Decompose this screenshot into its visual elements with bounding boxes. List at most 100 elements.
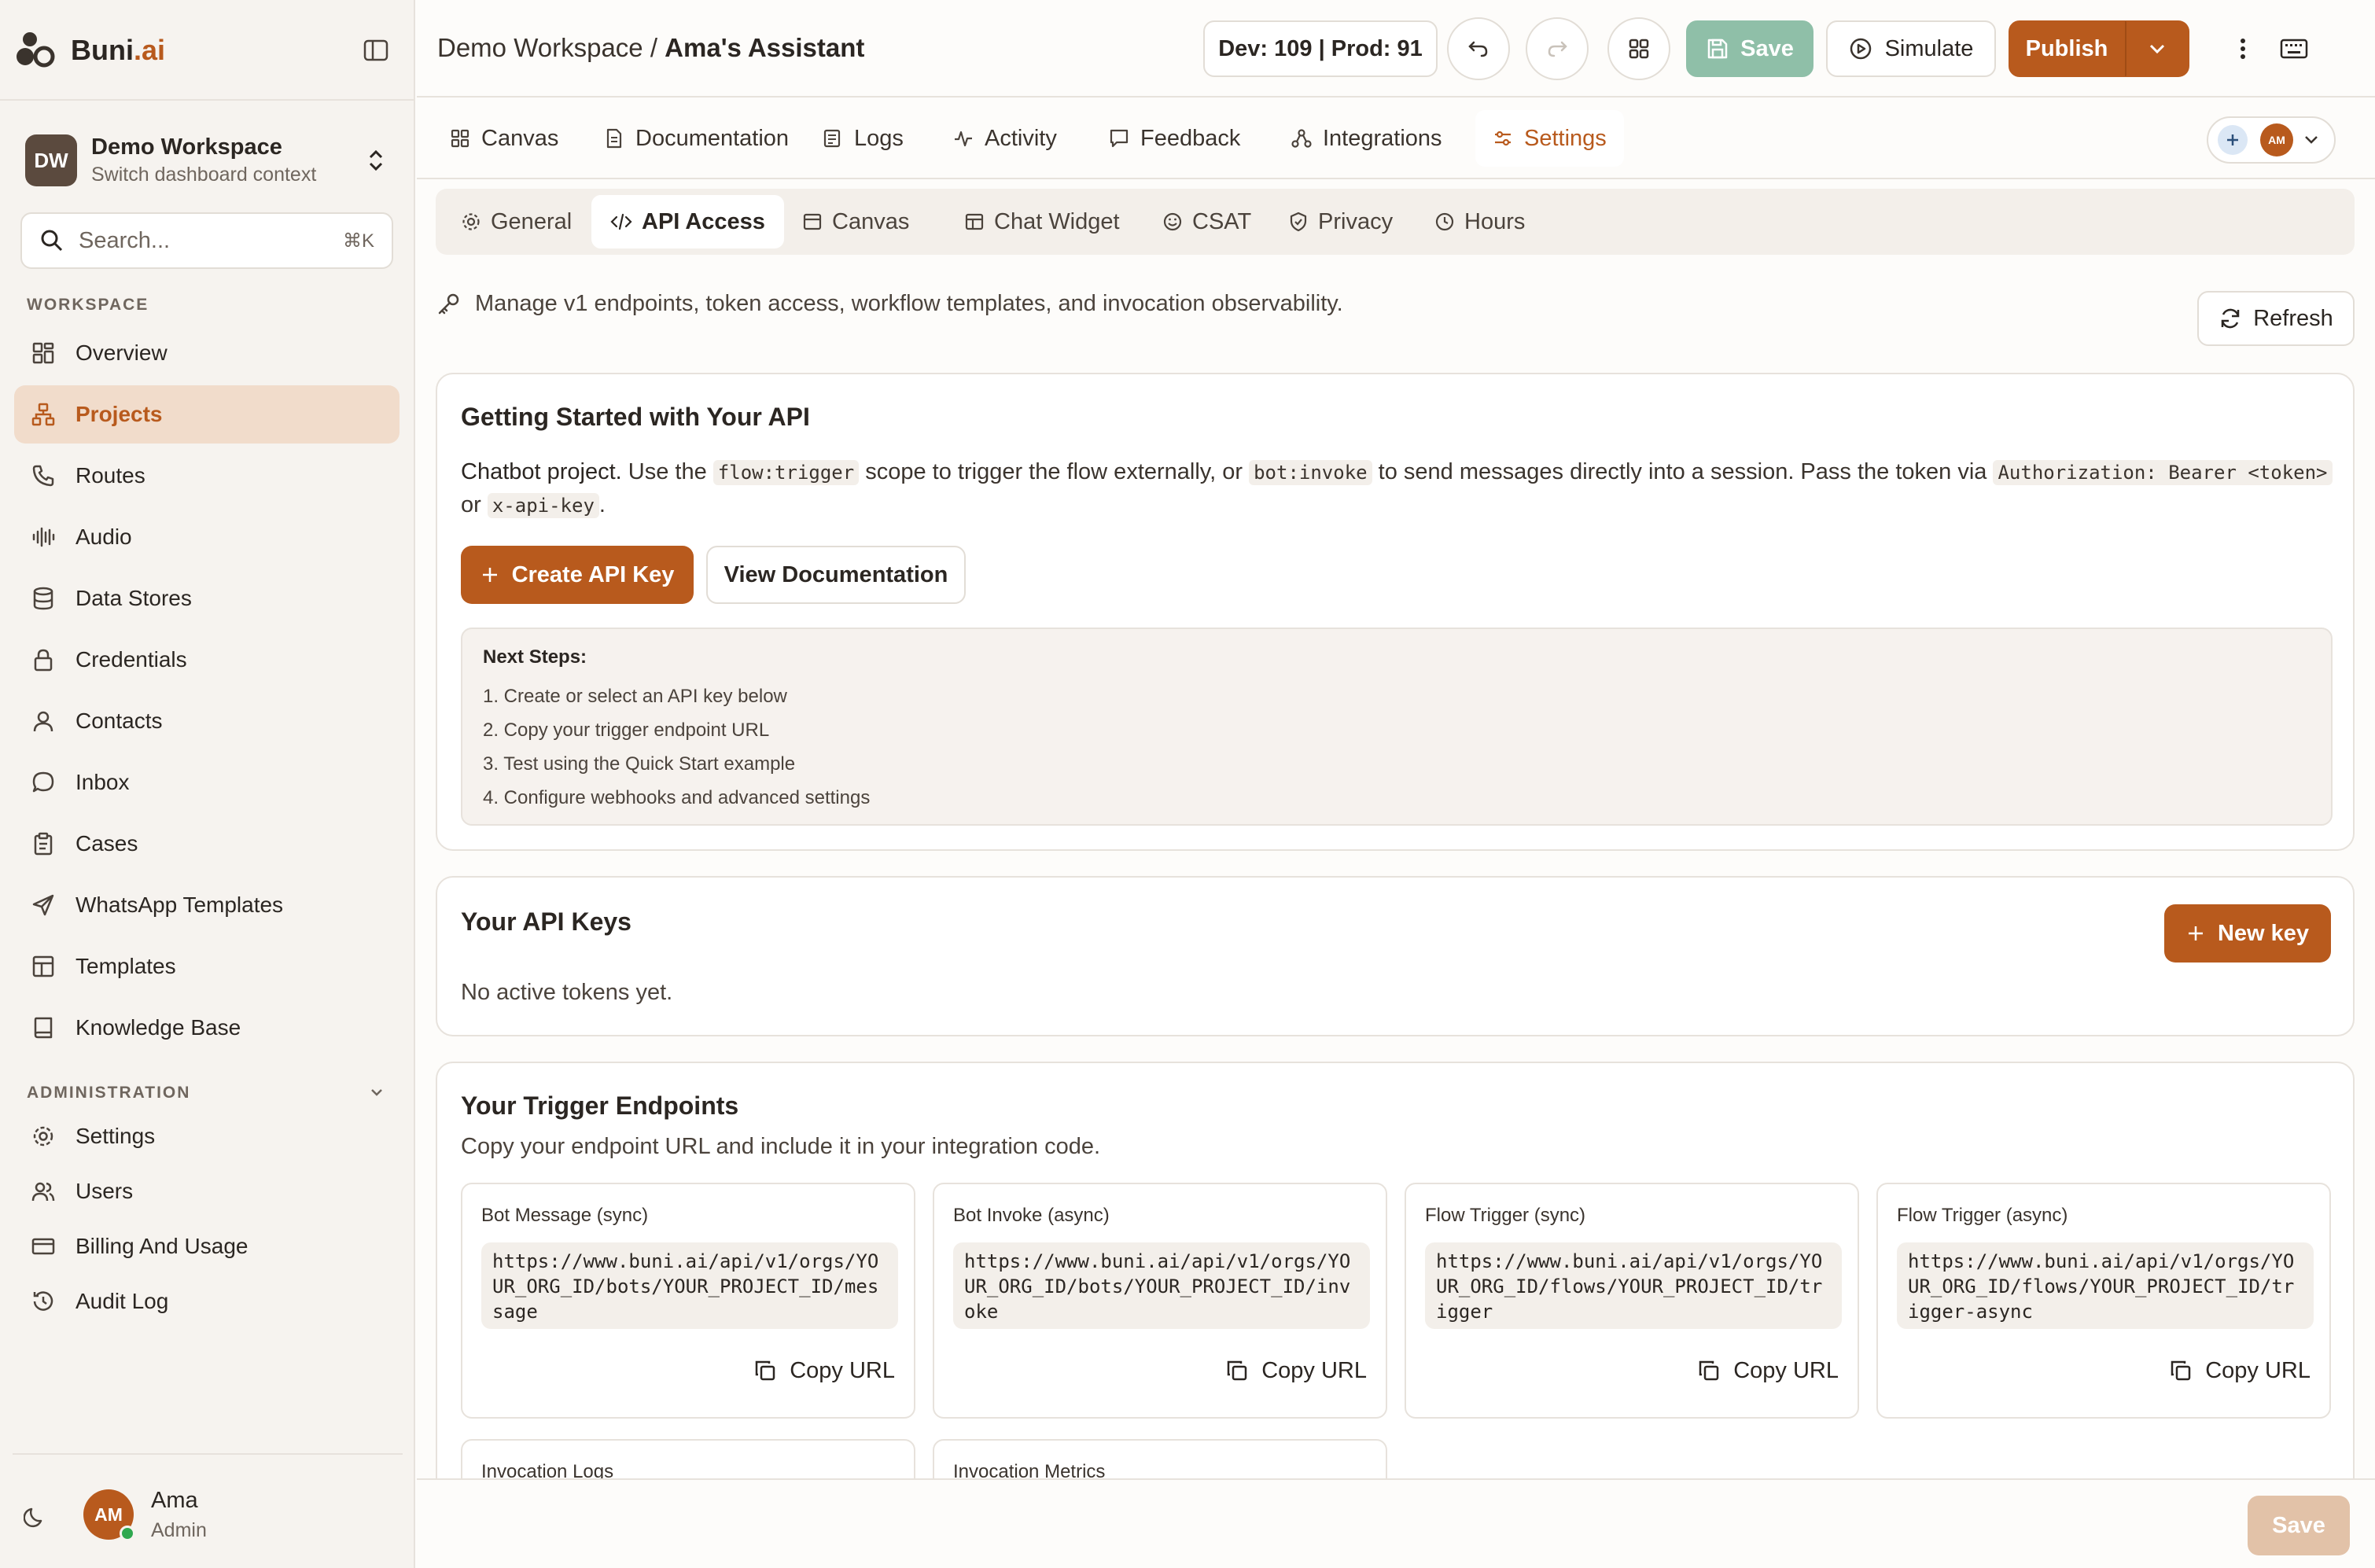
subtab-general[interactable]: General <box>442 195 591 248</box>
sliders-icon <box>1495 131 1511 146</box>
copy-icon <box>2171 1360 2191 1381</box>
user-role: Admin <box>151 1519 207 1541</box>
card-title: Getting Started with Your API <box>461 403 810 431</box>
tab-logs[interactable]: Logs <box>805 110 921 167</box>
new-key-button[interactable]: New key <box>2164 904 2331 963</box>
user-profile[interactable]: AM Ama Admin <box>0 1463 415 1568</box>
endpoint-title: Flow Trigger (async) <box>1897 1205 2068 1226</box>
plus-icon <box>482 568 497 582</box>
keyboard-icon <box>2280 39 2308 59</box>
create-api-key-button[interactable]: Create API Key <box>461 546 694 604</box>
breadcrumb-workspace[interactable]: Demo Workspace <box>437 33 643 62</box>
copy-url-button[interactable]: Copy URL <box>2169 1349 2311 1392</box>
copy-url-button[interactable]: Copy URL <box>753 1349 895 1392</box>
clipboard-icon <box>30 830 57 857</box>
subtab-canvas[interactable]: Canvas <box>783 195 928 248</box>
clock-icon <box>1435 212 1454 231</box>
sidebar-item-projects[interactable]: Projects <box>14 385 400 444</box>
activity-icon <box>955 131 972 147</box>
layout-grid-button[interactable] <box>1607 17 1670 80</box>
undo-button[interactable] <box>1447 17 1510 80</box>
sidebar-item-cases[interactable]: Cases <box>14 815 400 873</box>
subtab-label: API Access <box>642 208 765 234</box>
sidebar-item-templates[interactable]: Templates <box>14 937 400 996</box>
subtab-label: Hours <box>1464 208 1526 234</box>
sidebar-item-routes[interactable]: Routes <box>14 447 400 505</box>
sidebar-item-label: Contacts <box>75 709 163 733</box>
view-documentation-button[interactable]: View Documentation <box>706 546 966 604</box>
simulate-button[interactable]: Simulate <box>1826 20 1996 77</box>
endpoint-url[interactable]: https://www.buni.ai/api/v1/orgs/YOUR_ORG… <box>481 1242 898 1329</box>
sidebar-item-audit-log[interactable]: Audit Log <box>14 1272 400 1331</box>
sidebar-item-label: Cases <box>75 831 138 856</box>
sidebar-item-users[interactable]: Users <box>14 1162 400 1220</box>
settings-subtabs: General API Access Canvas Chat Widget CS… <box>436 189 2355 255</box>
sidebar-item-knowledge-base[interactable]: Knowledge Base <box>14 999 400 1057</box>
collaborators-control[interactable]: AM <box>2207 116 2336 164</box>
tab-label: Documentation <box>635 125 790 151</box>
moon-icon[interactable] <box>24 1505 47 1529</box>
save-button[interactable]: Save <box>1686 20 1813 77</box>
credit-card-icon <box>30 1233 57 1260</box>
copy-url-button[interactable]: Copy URL <box>1225 1349 1367 1392</box>
card-title: Your Trigger Endpoints <box>461 1091 739 1120</box>
sidebar-item-credentials[interactable]: Credentials <box>14 631 400 689</box>
tab-documentation[interactable]: Documentation <box>587 110 806 167</box>
bottom-action-bar: Save <box>417 1478 2375 1568</box>
tab-integrations[interactable]: Integrations <box>1274 110 1460 167</box>
subtab-csat[interactable]: CSAT <box>1143 195 1270 248</box>
endpoint-url[interactable]: https://www.buni.ai/api/v1/orgs/YOUR_ORG… <box>1425 1242 1842 1329</box>
more-options-button[interactable] <box>2227 31 2259 66</box>
sidebar-item-audio[interactable]: Audio <box>14 508 400 566</box>
sidebar-item-label: Audit Log <box>75 1289 169 1313</box>
workspace-switcher[interactable]: DW Demo Workspace Switch dashboard conte… <box>25 132 392 189</box>
workspace-subtitle: Switch dashboard context <box>91 164 317 186</box>
next-steps-title: Next Steps: <box>483 646 587 668</box>
sidebar-item-whatsapp-templates[interactable]: WhatsApp Templates <box>14 876 400 934</box>
sidebar-item-contacts[interactable]: Contacts <box>14 692 400 750</box>
canvas-icon <box>803 213 822 230</box>
redo-button[interactable] <box>1526 17 1589 80</box>
copy-url-button[interactable]: Copy URL <box>1697 1349 1839 1392</box>
endpoint-card-bot-message: Bot Message (sync) https://www.buni.ai/a… <box>461 1183 915 1419</box>
publish-button[interactable]: Publish <box>2009 20 2125 77</box>
publish-options-button[interactable] <box>2125 20 2189 77</box>
tab-activity[interactable]: Activity <box>936 110 1074 167</box>
endpoint-url[interactable]: https://www.buni.ai/api/v1/orgs/YOUR_ORG… <box>1897 1242 2314 1329</box>
play-circle-icon <box>1850 38 1871 60</box>
collapse-sidebar-button[interactable] <box>359 35 393 66</box>
brand-logo[interactable]: Buni.ai <box>14 27 165 74</box>
brand-name: Buni.ai <box>71 34 166 66</box>
empty-tokens-text: No active tokens yet. <box>461 980 673 1005</box>
subtab-hours[interactable]: Hours <box>1416 195 1544 248</box>
subtab-label: Chat Widget <box>994 208 1120 234</box>
refresh-button[interactable]: Refresh <box>2197 291 2355 346</box>
tab-label: Canvas <box>481 125 559 151</box>
plus-icon <box>2188 926 2203 940</box>
sidebar-item-inbox[interactable]: Inbox <box>14 753 400 812</box>
subtab-api-access[interactable]: API Access <box>591 195 784 248</box>
next-step-item: 3. Test using the Quick Start example <box>483 753 796 775</box>
chevron-down-icon[interactable] <box>370 1087 384 1098</box>
chevron-down-icon <box>2305 136 2318 144</box>
keyboard-shortcuts-button[interactable] <box>2274 31 2314 66</box>
add-collaborator-button[interactable] <box>2218 125 2248 155</box>
card-title: Your API Keys <box>461 907 631 936</box>
sidebar-item-billing-and-usage[interactable]: Billing And Usage <box>14 1217 400 1275</box>
tab-canvas[interactable]: Canvas <box>433 110 576 167</box>
search-input[interactable]: Search... ⌘K <box>20 212 393 269</box>
endpoint-url[interactable]: https://www.buni.ai/api/v1/orgs/YOUR_ORG… <box>953 1242 1370 1329</box>
sidebar-item-data-stores[interactable]: Data Stores <box>14 569 400 628</box>
sidebar-item-settings[interactable]: Settings <box>14 1107 400 1165</box>
search-icon <box>41 230 63 252</box>
subtab-privacy[interactable]: Privacy <box>1269 195 1412 248</box>
save-settings-button[interactable]: Save <box>2248 1496 2350 1555</box>
tab-feedback[interactable]: Feedback <box>1092 110 1257 167</box>
getting-started-text: Chatbot project. Use the flow:trigger sc… <box>461 456 2333 522</box>
chevron-up-down-icon <box>369 149 383 171</box>
sidebar-item-label: WhatsApp Templates <box>75 893 284 917</box>
subtab-chat-widget[interactable]: Chat Widget <box>945 195 1139 248</box>
tab-settings[interactable]: Settings <box>1475 110 1624 167</box>
sidebar-item-overview[interactable]: Overview <box>14 324 400 382</box>
tab-label: Integrations <box>1323 125 1442 151</box>
